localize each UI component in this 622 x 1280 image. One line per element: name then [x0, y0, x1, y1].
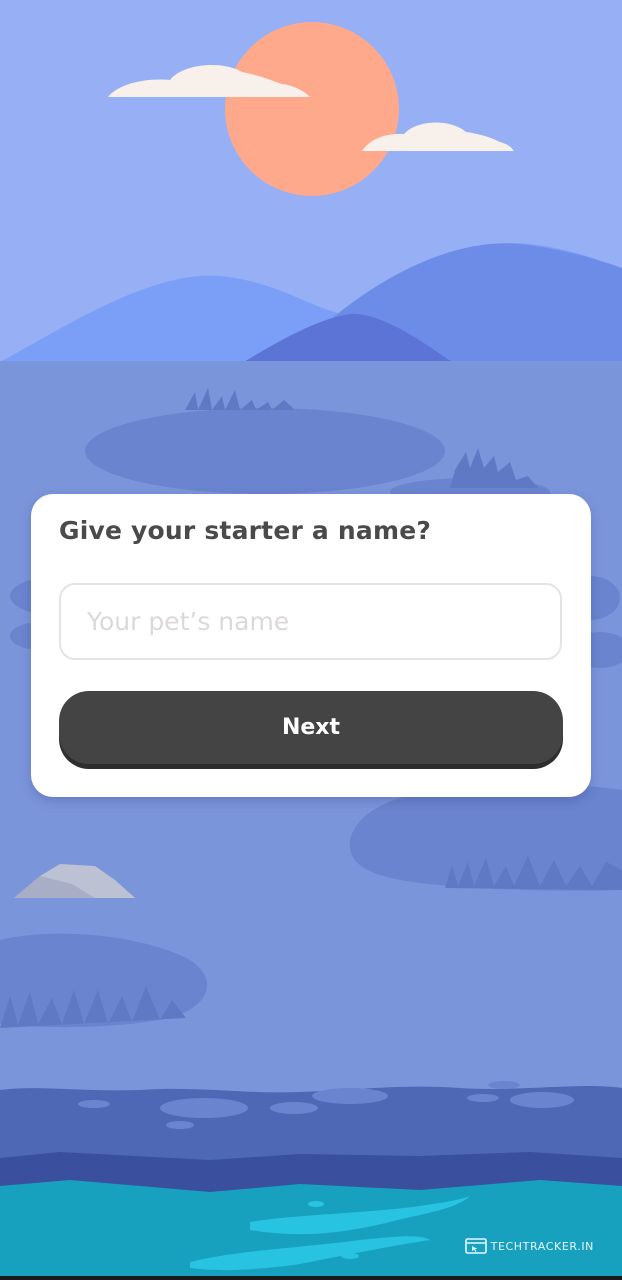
next-button[interactable]: Next	[59, 691, 563, 764]
bottom-edge	[0, 1276, 622, 1280]
patch-1	[85, 408, 445, 494]
pet-name-input[interactable]	[59, 583, 562, 660]
name-pet-dialog: Give your starter a name? Next	[31, 494, 591, 797]
watermark: TechTracker.in	[464, 1237, 594, 1255]
sun	[225, 22, 399, 196]
watermark-text: TechTracker.in	[490, 1239, 594, 1253]
browser-window-icon	[464, 1238, 487, 1254]
dialog-title: Give your starter a name?	[59, 516, 432, 545]
